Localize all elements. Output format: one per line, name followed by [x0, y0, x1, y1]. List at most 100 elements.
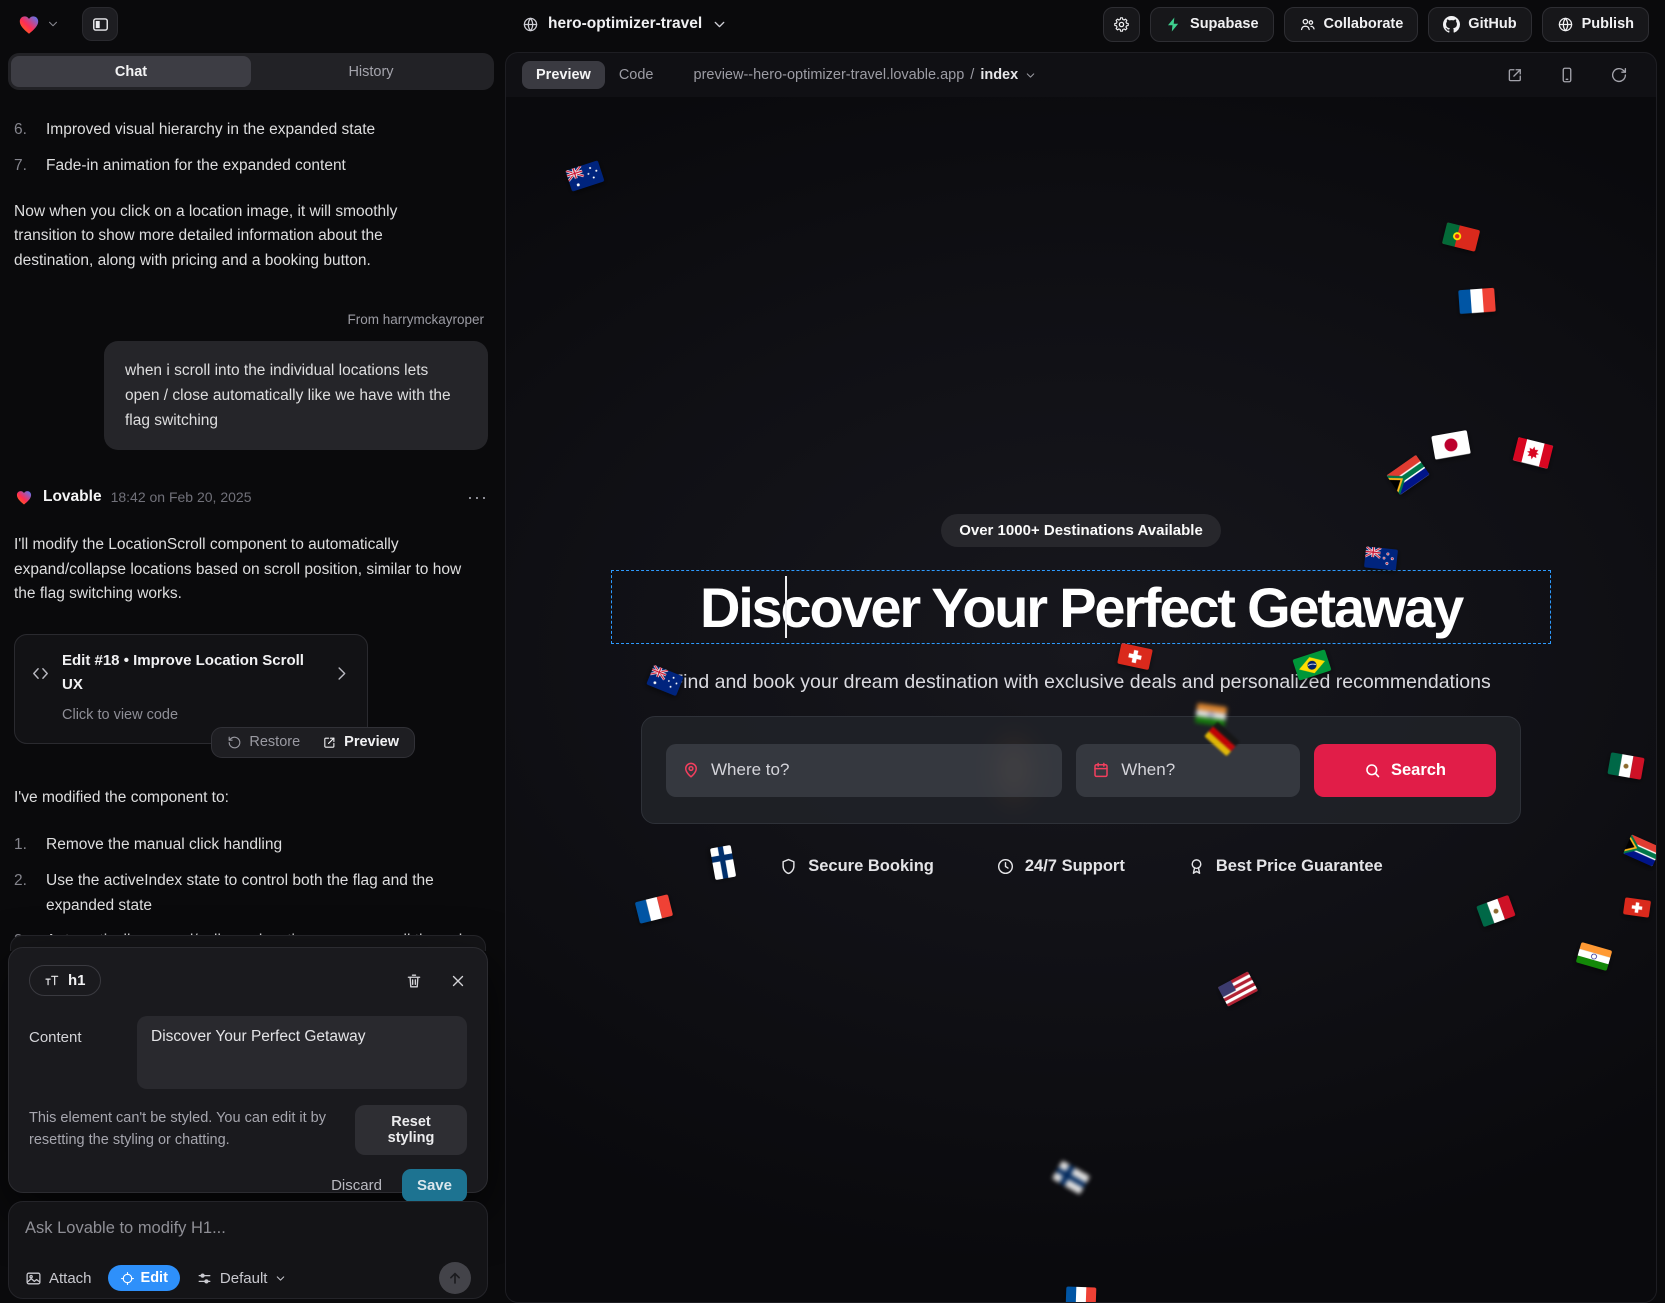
chat-composer[interactable]: Ask Lovable to modify H1... Attach Edit …: [8, 1201, 488, 1299]
arrow-up-icon: [447, 1270, 463, 1286]
image-icon: [25, 1270, 42, 1287]
edit-version-card[interactable]: Edit #18 • Improve Location Scroll UX Cl…: [14, 634, 368, 744]
trash-icon[interactable]: [405, 972, 423, 990]
tab-chat[interactable]: Chat: [11, 56, 251, 87]
element-editor-panel: h1 Content Discover Your Perfect Getaway…: [8, 947, 488, 1193]
edit-card-title: Edit #18 • Improve Location Scroll UX: [62, 649, 316, 697]
supabase-button[interactable]: Supabase: [1150, 7, 1274, 42]
shield-icon: [779, 857, 798, 876]
lovable-logo[interactable]: [16, 11, 60, 37]
project-switcher[interactable]: hero-optimizer-travel: [522, 0, 728, 48]
publish-globe-icon: [1557, 16, 1574, 33]
users-icon: [1299, 16, 1316, 33]
version-actions-pill: Restore Preview: [211, 727, 415, 758]
assistant-name: Lovable: [43, 485, 102, 510]
edit-card-subtitle: Click to view code: [31, 704, 351, 727]
message-timestamp: 18:42 on Feb 20, 2025: [111, 486, 252, 508]
when-input[interactable]: [1121, 760, 1284, 780]
type-icon: [44, 973, 60, 989]
clock-icon: [996, 857, 1015, 876]
user-attribution: From harrymckayroper: [14, 309, 488, 331]
element-tag-label: h1: [68, 972, 86, 989]
mobile-view-icon[interactable]: [1558, 66, 1576, 84]
map-pin-icon: [682, 761, 700, 779]
settings-button[interactable]: [1103, 7, 1140, 42]
content-label: Content: [29, 1016, 111, 1089]
gear-icon: [1113, 16, 1130, 33]
url-separator: /: [970, 67, 974, 83]
hero-heading[interactable]: Discover Your Perfect Getaway: [700, 575, 1462, 640]
chat-sidebar: Chat History 6.Improved visual hierarchy…: [0, 48, 502, 1303]
feature-shield: Secure Booking: [779, 857, 934, 876]
chevron-down-icon: [46, 17, 60, 31]
mode-selector[interactable]: Default: [196, 1270, 288, 1287]
chevron-right-icon: [332, 664, 351, 683]
text-caret: [785, 576, 787, 638]
feature-label: Secure Booking: [808, 857, 934, 876]
publish-button[interactable]: Publish: [1542, 7, 1649, 42]
styling-hint-text: This element can't be styled. You can ed…: [29, 1108, 341, 1152]
chevron-down-icon: [1024, 69, 1037, 82]
user-message-bubble: when i scroll into the individual locati…: [104, 341, 488, 450]
panel-left-icon: [91, 15, 110, 34]
selection-outline[interactable]: Discover Your Perfect Getaway: [611, 570, 1551, 644]
search-form: Search: [641, 716, 1521, 824]
preview-version-button[interactable]: Preview: [322, 731, 399, 754]
restore-button[interactable]: Restore: [227, 731, 300, 754]
tab-history[interactable]: History: [251, 56, 491, 87]
save-button[interactable]: Save: [402, 1169, 467, 1202]
when-input-wrap[interactable]: [1076, 744, 1300, 797]
list-item: 6.Improved visual hierarchy in the expan…: [14, 118, 488, 143]
tab-code[interactable]: Code: [619, 67, 654, 83]
list-item: 2.Use the activeIndex state to control b…: [14, 869, 488, 919]
message-more-icon[interactable]: ···: [467, 483, 488, 512]
lovable-heart-icon: [16, 11, 42, 37]
sidebar-tabbar: Chat History: [8, 53, 494, 90]
composer-placeholder[interactable]: Ask Lovable to modify H1...: [25, 1219, 471, 1238]
github-icon: [1443, 16, 1460, 33]
hero-section: Over 1000+ Destinations Available Discov…: [506, 97, 1656, 1302]
refresh-icon[interactable]: [1610, 66, 1628, 84]
feature-badges: Secure Booking24/7 SupportBest Price Gua…: [779, 857, 1382, 876]
chevron-down-icon: [274, 1272, 287, 1285]
sidebar-toggle-button[interactable]: [82, 7, 118, 41]
restore-icon: [227, 735, 242, 750]
edit-mode-button[interactable]: Edit: [108, 1265, 180, 1291]
app-header: hero-optimizer-travel Supabase Collabora…: [0, 0, 1665, 48]
preview-screen: Over 1000+ Destinations Available Discov…: [506, 97, 1656, 1302]
destinations-badge: Over 1000+ Destinations Available: [941, 514, 1221, 547]
calendar-icon: [1092, 761, 1110, 779]
tab-preview[interactable]: Preview: [522, 61, 605, 89]
assistant-message-header: Lovable 18:42 on Feb 20, 2025 ···: [14, 483, 488, 512]
attach-button[interactable]: Attach: [25, 1270, 92, 1287]
list-item: 7.Fade-in animation for the expanded con…: [14, 154, 488, 179]
discard-button[interactable]: Discard: [331, 1177, 382, 1194]
where-input[interactable]: [711, 760, 1046, 780]
project-name: hero-optimizer-travel: [548, 15, 702, 33]
assistant-list-continuation: 6.Improved visual hierarchy in the expan…: [14, 118, 488, 179]
feature-clock: 24/7 Support: [996, 857, 1125, 876]
content-textarea[interactable]: Discover Your Perfect Getaway: [137, 1016, 467, 1089]
open-external-icon[interactable]: [1506, 66, 1524, 84]
send-button[interactable]: [439, 1262, 471, 1294]
preview-url[interactable]: preview--hero-optimizer-travel.lovable.a…: [694, 67, 1038, 83]
reset-styling-button[interactable]: Reset styling: [355, 1105, 467, 1155]
target-icon: [120, 1271, 135, 1286]
lovable-heart-icon: [14, 487, 34, 507]
collaborate-button[interactable]: Collaborate: [1284, 7, 1419, 42]
feature-label: 24/7 Support: [1025, 857, 1125, 876]
close-icon[interactable]: [449, 972, 467, 990]
element-tag-pill[interactable]: h1: [29, 965, 101, 996]
supabase-bolt-icon: [1165, 16, 1182, 33]
search-icon: [1364, 762, 1381, 779]
assistant-paragraph: I've modified the component to:: [14, 786, 462, 811]
sliders-icon: [196, 1270, 213, 1287]
code-icon: [31, 664, 50, 683]
preview-topbar: Preview Code preview--hero-optimizer-tra…: [506, 53, 1656, 97]
preview-panel: Preview Code preview--hero-optimizer-tra…: [505, 52, 1657, 1303]
url-path: index: [980, 67, 1018, 83]
where-input-wrap[interactable]: [666, 744, 1062, 797]
search-button[interactable]: Search: [1314, 744, 1496, 797]
github-button[interactable]: GitHub: [1428, 7, 1531, 42]
hero-subtitle: Find and book your dream destination wit…: [671, 671, 1490, 694]
